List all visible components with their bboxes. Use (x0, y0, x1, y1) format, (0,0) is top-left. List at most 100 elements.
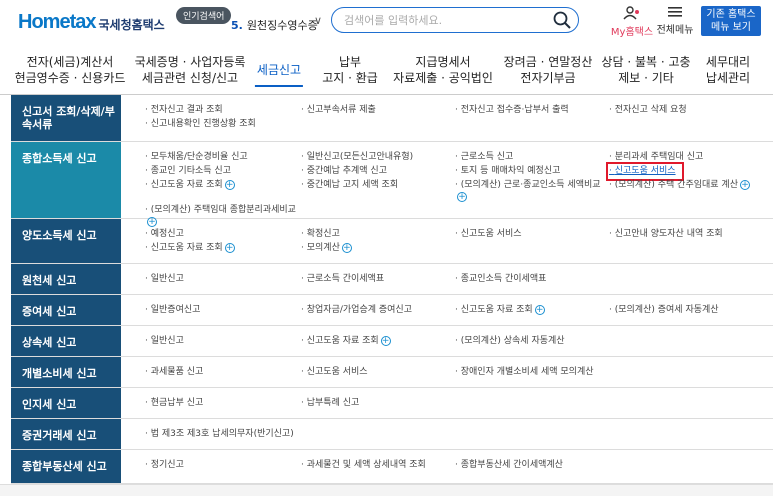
menu-link[interactable]: 일반신고 (145, 273, 301, 286)
menu-link[interactable]: 종교인소득 간이세액표 (455, 273, 609, 286)
menu-link[interactable]: 근로소득 간이세액표 (301, 273, 455, 286)
menu-link[interactable]: 납부특례 신고 (301, 397, 455, 410)
nav-line1: 세무대리 (705, 55, 751, 69)
menu-link: (모의계산) 주택 간주임대료 계산 (609, 180, 738, 190)
menu-link-group[interactable]: 신고도움 자료 조회+ (455, 304, 609, 317)
plus-icon: + (457, 192, 467, 202)
menu-row: 종합부동산세 신고 정기신고 과세물건 및 세액 상세내역 조회 종합부동산세 … (11, 450, 773, 484)
nav-tax-return[interactable]: 세금신고 (254, 62, 304, 87)
row-heading[interactable]: 증권거래세 신고 (11, 419, 121, 449)
menu-link-group[interactable]: (모의계산) 주택 간주임대료 계산+ (609, 179, 773, 203)
menu-link-highlighted[interactable]: 신고도움 서비스 (606, 162, 684, 181)
menu-link[interactable]: 현금납부 신고 (145, 397, 301, 410)
nav-line2: 고지 · 환급 (322, 71, 378, 85)
row-heading[interactable]: 증여세 신고 (11, 295, 121, 325)
row-items: 전자신고 결과 조회 신고부속서류 제출 전자신고 접수증·납부서 출력 전자신… (121, 95, 773, 141)
search-icon[interactable] (552, 10, 572, 30)
menu-row: 상속세 신고 일반신고 신고도움 자료 조회+ (모의계산) 상속세 자동계산 (11, 326, 773, 357)
menu-link[interactable]: 정기신고 (145, 459, 301, 472)
menu-link[interactable]: 중간예납 추계액 신고 (301, 165, 455, 178)
menu-link[interactable]: 일반신고(모든신고안내유형) (301, 151, 455, 164)
nav-payment[interactable]: 납부고지 · 환급 (322, 54, 378, 86)
nav-e-invoice[interactable]: 전자(세금)계산서 현금영수증 · 신용카드 (15, 54, 126, 86)
plus-icon: + (341, 242, 352, 253)
header: Hometax 국세청홈택스 인기검색어 5.원천징수영수증 ∨ My홈택스 전… (0, 0, 773, 45)
menu-link[interactable]: 예정신고 (145, 228, 301, 241)
nav-line1: 상담 · 불복 · 고충 (601, 55, 691, 69)
nav-line1: 납부 (338, 55, 362, 69)
menu-link[interactable]: 신고도움 서비스 (301, 366, 455, 379)
menu-row: 신고서 조회/삭제/부속서류 전자신고 결과 조회 신고부속서류 제출 전자신고… (11, 95, 773, 142)
nav-payment-statement[interactable]: 지급명세서 자료제출 · 공익법인 (393, 54, 493, 86)
row-heading[interactable]: 원천세 신고 (11, 264, 121, 294)
nav-line1: 국세증명 · 사업자등록 (134, 55, 246, 69)
menu-link: (모의계산) 주택임대 종합분리과세비교 (145, 205, 296, 215)
menu-link[interactable]: 과세물품 신고 (145, 366, 301, 379)
menu-link[interactable]: 근로소득 신고 (455, 151, 609, 164)
nav-line2: 전자기부금 (520, 71, 576, 85)
nav-certificate[interactable]: 국세증명 · 사업자등록 세금관련 신청/신고 (135, 54, 246, 86)
row-items: 예정신고 확정신고 신고도움 서비스 신고안내 양도자산 내역 조회 신고도움 … (121, 219, 773, 263)
menu-link-group[interactable]: 신고도움 자료 조회+ (301, 335, 455, 348)
search-box (331, 7, 579, 33)
row-heading[interactable]: 양도소득세 신고 (11, 219, 121, 263)
menu-link[interactable]: (모의계산) 상속세 자동계산 (455, 335, 609, 348)
nav-tax-agent[interactable]: 세무대리 납세관리 (706, 54, 750, 86)
menu-link[interactable]: 일반증여신고 (145, 304, 301, 317)
row-heading[interactable]: 상속세 신고 (11, 326, 121, 356)
row-heading[interactable]: 인지세 신고 (11, 388, 121, 418)
old-menu-line1: 기존 홈택스 (706, 9, 756, 20)
nav-line2: 현금영수증 · 신용카드 (14, 71, 126, 85)
menu-row: 증여세 신고 일반증여신고 창업자금/가업승계 증여신고 신고도움 자료 조회+… (11, 295, 773, 326)
all-menu-button[interactable]: 전체메뉴 (655, 6, 695, 36)
menu-link[interactable]: 종교인 기타소득 신고 (145, 165, 301, 178)
old-menu-line2: 메뉴 보기 (711, 22, 751, 33)
mytax-button[interactable]: My홈택스 (610, 6, 654, 38)
row-heading[interactable]: 신고서 조회/삭제/부속서류 (11, 95, 121, 141)
menu-link[interactable]: (모의계산) 증여세 자동계산 (609, 304, 773, 317)
menu-link-group[interactable]: 신고도움 자료 조회+ (145, 242, 301, 255)
menu-link[interactable]: 분리과세 주택임대 신고 (609, 151, 773, 164)
menu-link[interactable]: 전자신고 결과 조회 (145, 104, 301, 117)
old-menu-button[interactable]: 기존 홈택스 메뉴 보기 (701, 6, 761, 36)
menu-link[interactable]: 일반신고 (145, 335, 301, 348)
menu-link[interactable]: 중간예납 고지 세액 조회 (301, 179, 455, 203)
nav-line1: 지급명세서 (415, 55, 471, 69)
menu-link[interactable]: 장애인자 개별소비세 세액 모의계산 (455, 366, 609, 379)
search-input[interactable] (344, 11, 544, 29)
menu-link: 모의계산 (301, 243, 340, 253)
menu-link-group[interactable]: 모의계산+ (301, 242, 455, 255)
menu-link[interactable]: 토지 등 매매차익 예정신고 (455, 165, 609, 178)
menu-link[interactable]: 창업자금/가업승계 증여신고 (301, 304, 455, 317)
chevron-down-icon[interactable]: ∨ (314, 14, 322, 27)
menu-row: 원천세 신고 일반신고 근로소득 간이세액표 종교인소득 간이세액표 (11, 264, 773, 295)
row-heading[interactable]: 종합소득세 신고 (11, 142, 121, 218)
row-heading[interactable]: 종합부동산세 신고 (11, 450, 121, 483)
menu-link[interactable]: 확정신고 (301, 228, 455, 241)
popular-search-item[interactable]: 5. 원천징수영수증 (231, 17, 318, 33)
menu-link[interactable]: 과세물건 및 세액 상세내역 조회 (301, 459, 455, 472)
menu-link[interactable]: 모두채움/단순경비율 신고 (145, 151, 301, 164)
menu-link[interactable]: 전자신고 접수증·납부서 출력 (455, 104, 609, 117)
row-heading[interactable]: 개별소비세 신고 (11, 357, 121, 387)
menu-link[interactable]: 신고안내 양도자산 내역 조회 (609, 228, 773, 241)
nav-incentive[interactable]: 장려금 · 연말정산 전자기부금 (504, 54, 593, 86)
hometax-logo[interactable]: Hometax 국세청홈택스 (18, 11, 165, 34)
menu-link-group[interactable]: (모의계산) 근로·종교인소득 세액비교 + (455, 179, 609, 203)
menu-row: 양도소득세 신고 예정신고 확정신고 신고도움 서비스 신고안내 양도자산 내역… (11, 219, 773, 264)
menu-link-group[interactable]: 신고도움 자료 조회+ (145, 179, 301, 203)
menu-link: (모의계산) 근로·종교인소득 세액비교 (455, 180, 601, 190)
main-nav: 전자(세금)계산서 현금영수증 · 신용카드 국세증명 · 사업자등록 세금관련 신… (0, 45, 773, 95)
rank-text: 원천징수영수증 (246, 19, 318, 32)
nav-consult[interactable]: 상담 · 불복 · 고충 제보 · 기타 (601, 54, 690, 86)
plus-icon: + (224, 242, 235, 253)
menu-link[interactable]: 종합부동산세 간이세액계산 (455, 459, 609, 472)
menu-link[interactable]: 법 제3조 제3호 납세의무자(반기신고) (145, 428, 301, 441)
menu-link[interactable]: 전자신고 삭제 요청 (609, 104, 773, 117)
menu-link: 신고도움 자료 조회 (455, 305, 533, 315)
all-menu-label: 전체메뉴 (656, 25, 694, 36)
menu-link: 신고도움 자료 조회 (145, 243, 223, 253)
menu-link[interactable]: 신고부속서류 제출 (301, 104, 455, 117)
menu-link[interactable]: 신고내용확인 진행상황 조회 (145, 118, 301, 131)
menu-link[interactable]: 신고도움 서비스 (455, 228, 609, 241)
